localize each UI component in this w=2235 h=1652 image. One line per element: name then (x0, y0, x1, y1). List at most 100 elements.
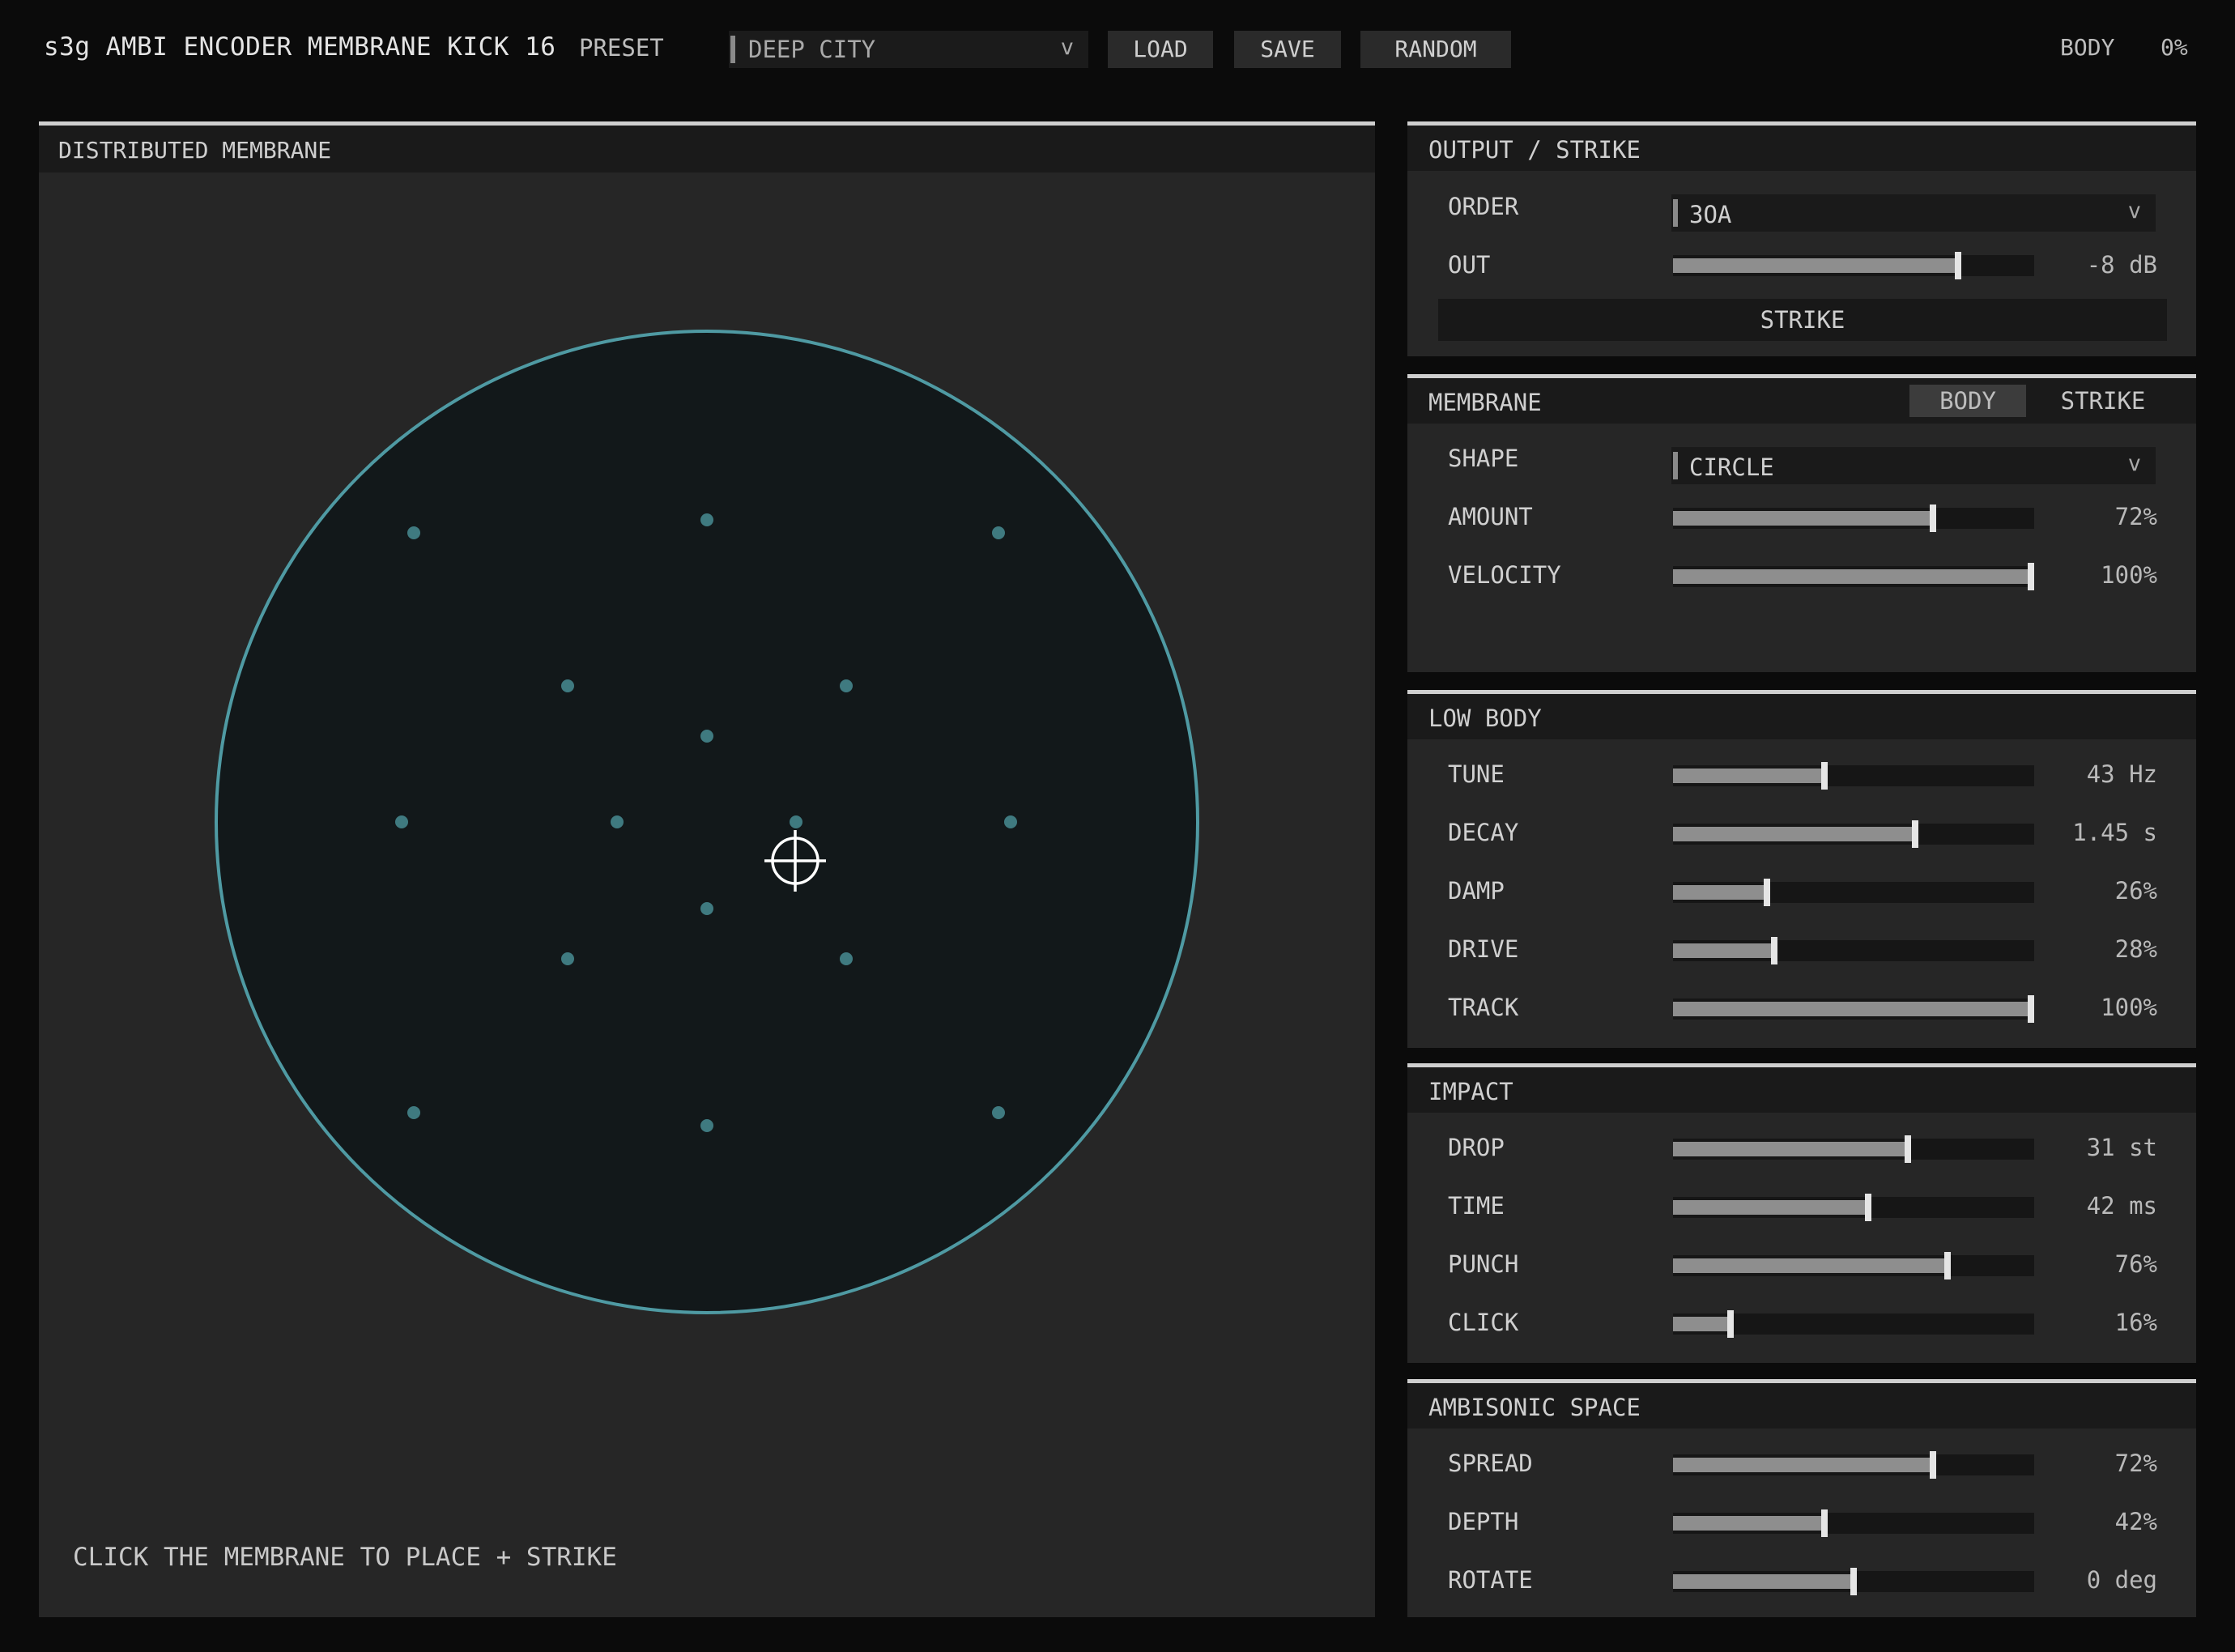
rotate-label: ROTATE (1448, 1566, 1533, 1594)
damp-label: DAMP (1448, 877, 1505, 905)
shape-label: SHAPE (1448, 445, 1519, 472)
slider-handle[interactable] (1864, 1194, 1871, 1221)
depth-slider[interactable] (1673, 1509, 2034, 1537)
select-marker (1673, 452, 1678, 479)
membrane-point (992, 1106, 1005, 1119)
damp-slider[interactable] (1673, 879, 2034, 906)
toggle-strike[interactable]: STRIKE (2042, 385, 2164, 417)
membrane-canvas[interactable] (39, 126, 1375, 1617)
output-strike-header: OUTPUT / STRIKE (1407, 126, 2196, 171)
chevron-down-icon: v (2127, 451, 2141, 476)
rotate-value: 0 deg (2086, 1566, 2157, 1594)
track-label: TRACK (1448, 994, 1519, 1021)
rotate-slider[interactable] (1673, 1568, 2034, 1595)
velocity-slider[interactable] (1673, 563, 2034, 590)
damp-value: 26% (2114, 877, 2157, 905)
amount-label: AMOUNT (1448, 503, 1533, 530)
drive-slider[interactable] (1673, 937, 2034, 964)
punch-slider[interactable] (1673, 1252, 2034, 1279)
membrane-settings-title: MEMBRANE (1428, 389, 1542, 416)
membrane-point (561, 952, 574, 965)
ambisonic-space-header: AMBISONIC SPACE (1407, 1383, 2196, 1428)
track-value: 100% (2101, 994, 2157, 1021)
slider-handle[interactable] (1904, 1135, 1911, 1163)
slider-handle[interactable] (1955, 252, 1962, 279)
slider-handle[interactable] (1930, 505, 1937, 532)
slider-fill (1673, 885, 1767, 900)
slider-handle[interactable] (1727, 1310, 1735, 1338)
out-value: -8 dB (2086, 251, 2157, 279)
slider-handle[interactable] (2028, 995, 2034, 1023)
toggle-body[interactable]: BODY (1909, 385, 2026, 417)
punch-value: 76% (2114, 1250, 2157, 1278)
save-button[interactable]: SAVE (1234, 31, 1341, 68)
decay-label: DECAY (1448, 819, 1519, 846)
slider-handle[interactable] (1850, 1568, 1857, 1595)
ambisonic-space-title: AMBISONIC SPACE (1428, 1394, 1641, 1421)
membrane-settings-panel: MEMBRANE BODY STRIKE SHAPE CIRCLE v AMOU… (1407, 374, 2196, 672)
membrane-panel: DISTRIBUTED MEMBRANE CLICK THE MEMBRANE … (39, 121, 1375, 1617)
membrane-point (1004, 815, 1017, 828)
membrane-hint: CLICK THE MEMBRANE TO PLACE + STRIKE (73, 1543, 617, 1572)
drive-value: 28% (2114, 935, 2157, 963)
click-slider[interactable] (1673, 1310, 2034, 1338)
slider-handle[interactable] (2028, 563, 2034, 590)
preset-label: PRESET (579, 34, 664, 62)
membrane-point (395, 815, 408, 828)
order-value: 3OA (1689, 201, 1732, 228)
low-body-header: LOW BODY (1407, 694, 2196, 739)
chevron-down-icon: v (2127, 198, 2141, 224)
strike-button[interactable]: STRIKE (1438, 299, 2167, 341)
out-slider[interactable] (1673, 252, 2034, 279)
output-strike-panel: OUTPUT / STRIKE ORDER 3OA v OUT -8 dB ST… (1407, 121, 2196, 356)
impact-panel: IMPACT DROP 31 st TIME 42 ms PUNCH 76% C… (1407, 1063, 2196, 1363)
slider-fill (1673, 827, 1915, 841)
punch-label: PUNCH (1448, 1250, 1519, 1278)
amount-value: 72% (2114, 503, 2157, 530)
membrane-point (700, 1119, 713, 1132)
slider-handle[interactable] (1911, 820, 1918, 848)
drop-slider[interactable] (1673, 1135, 2034, 1163)
membrane-settings-header: MEMBRANE BODY STRIKE (1407, 378, 2196, 424)
slider-handle[interactable] (1821, 1509, 1828, 1537)
app-title: s3g AMBI ENCODER MEMBRANE KICK 16 (44, 32, 556, 62)
top-bar: s3g AMBI ENCODER MEMBRANE KICK 16 PRESET… (0, 0, 2235, 100)
membrane-point (840, 679, 853, 692)
tune-value: 43 Hz (2086, 760, 2157, 788)
slider-fill (1673, 258, 1959, 273)
shape-value: CIRCLE (1689, 453, 1774, 481)
low-body-panel: LOW BODY TUNE 43 Hz DECAY 1.45 s DAMP 26… (1407, 690, 2196, 1048)
slider-handle[interactable] (1930, 1451, 1937, 1479)
time-slider[interactable] (1673, 1194, 2034, 1221)
tune-slider[interactable] (1673, 762, 2034, 790)
shape-select[interactable]: CIRCLE v (1671, 447, 2156, 484)
order-select[interactable]: 3OA v (1671, 194, 2156, 232)
spread-label: SPREAD (1448, 1450, 1533, 1477)
slider-handle[interactable] (1770, 937, 1777, 964)
decay-slider[interactable] (1673, 820, 2034, 848)
spread-slider[interactable] (1673, 1451, 2034, 1479)
slider-handle[interactable] (1943, 1252, 1951, 1279)
slider-fill (1673, 511, 1934, 526)
slider-fill (1673, 1574, 1854, 1589)
membrane-circle[interactable] (215, 330, 1199, 1314)
slider-fill (1673, 769, 1825, 783)
load-button[interactable]: LOAD (1108, 31, 1213, 68)
velocity-label: VELOCITY (1448, 561, 1561, 589)
slider-handle[interactable] (1821, 762, 1828, 790)
slider-handle[interactable] (1763, 879, 1770, 906)
amount-slider[interactable] (1673, 505, 2034, 532)
click-label: CLICK (1448, 1309, 1519, 1336)
preset-select[interactable]: DEEP CITY v (729, 31, 1088, 68)
drop-label: DROP (1448, 1134, 1505, 1161)
slider-fill (1673, 1002, 2034, 1016)
track-slider[interactable] (1673, 995, 2034, 1023)
preset-value: DEEP CITY (748, 36, 876, 63)
low-body-title: LOW BODY (1428, 705, 1542, 732)
membrane-point (407, 526, 420, 539)
tune-label: TUNE (1448, 760, 1505, 788)
slider-fill (1673, 1142, 1908, 1156)
body-readout-label: BODY (2060, 34, 2115, 61)
random-button[interactable]: RANDOM (1360, 31, 1511, 68)
chevron-down-icon: v (1060, 35, 1074, 60)
